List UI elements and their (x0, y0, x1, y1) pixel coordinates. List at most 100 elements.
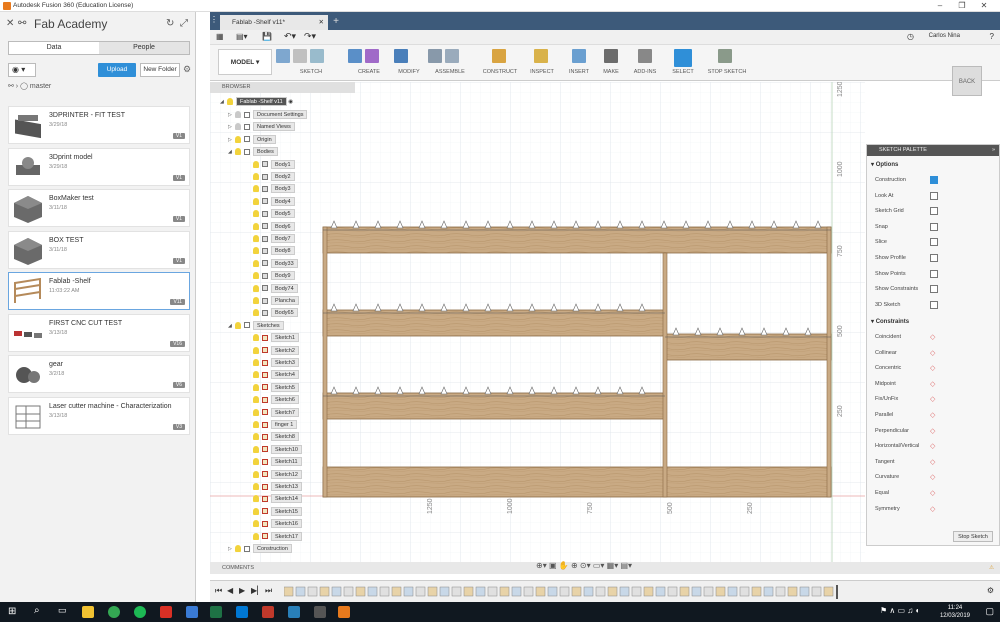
constraint-tool[interactable]: Concentric ◇ (875, 365, 995, 372)
breadcrumb-master[interactable]: master (30, 83, 51, 90)
inspect-group[interactable]: INSPECT (526, 47, 558, 79)
timeline-feature[interactable] (367, 586, 378, 597)
settings-gear-icon[interactable]: ⚙ (183, 64, 191, 75)
browser-sketch[interactable]: Sketch12 (246, 469, 302, 481)
timeline-feature[interactable] (295, 586, 306, 597)
browser-construction-folder[interactable]: ▷ Construction (228, 544, 292, 555)
browser-body[interactable]: Plancha (246, 296, 299, 307)
file-item[interactable]: BoxMaker test 3/11/18 V1 (8, 189, 190, 227)
undo-icon[interactable]: ↶▾ (284, 31, 296, 42)
timeline-feature[interactable] (415, 586, 426, 597)
expand-toggle-icon[interactable]: ▷ (228, 135, 235, 146)
acrobat-icon[interactable] (160, 606, 172, 618)
visibility-bulb-icon[interactable] (253, 297, 259, 305)
timeline-feature[interactable] (475, 586, 486, 597)
visibility-bulb-icon[interactable] (253, 334, 259, 342)
spotify-icon[interactable] (134, 606, 146, 618)
expand-icon[interactable]: ⤢ (180, 19, 188, 29)
tray-icons[interactable]: ⚑ ∧ ▭ ♫ ◐ (880, 606, 920, 615)
maximize-button[interactable]: ❐ (952, 1, 972, 11)
browser-body[interactable]: Body1 (246, 159, 295, 171)
select-group[interactable]: SELECT (668, 47, 698, 79)
browser-sketch[interactable]: Sketch3 (246, 358, 299, 369)
browser-sketch[interactable]: Sketch2 (246, 345, 299, 357)
excel-icon[interactable] (210, 606, 222, 618)
visibility-bulb-icon[interactable] (253, 346, 259, 354)
timeline-feature[interactable] (595, 586, 606, 597)
browser-folder[interactable]: ▷ Named Views (228, 122, 295, 133)
make-group[interactable]: MAKE (598, 47, 624, 79)
new-folder-button[interactable]: New Folder (140, 63, 180, 77)
view-toggle-button[interactable]: ◉ ▾ (8, 63, 36, 77)
timeline-feature[interactable] (463, 586, 474, 597)
option-checkbox[interactable] (930, 222, 938, 231)
timeline-feature[interactable] (763, 586, 774, 597)
expand-toggle-icon[interactable]: ◢ (228, 321, 235, 332)
palette-option[interactable]: Sketch Grid (875, 207, 995, 216)
palette-header[interactable]: SKETCH PALETTE » (867, 145, 999, 156)
timeline-feature[interactable] (631, 586, 642, 597)
browser-body[interactable]: Body33 (246, 258, 298, 270)
close-panel-icon[interactable]: ✕ (6, 19, 14, 29)
timeline-feature[interactable] (343, 586, 354, 597)
visibility-bulb-icon[interactable] (253, 222, 259, 230)
browser-sketch[interactable]: Sketch8 (246, 432, 299, 443)
display-settings-icon[interactable]: ▭▾ (593, 561, 605, 570)
new-tab-icon[interactable]: + (330, 16, 342, 28)
timeline-feature[interactable] (823, 586, 834, 597)
windows-start-icon[interactable]: ⊞ (8, 606, 16, 617)
fit-icon[interactable]: ⊙▾ (580, 561, 591, 570)
addins-group[interactable]: ADD-INS (628, 47, 662, 79)
constraint-tool[interactable]: Perpendicular ◇ (875, 428, 995, 435)
palette-option[interactable]: Look At (875, 191, 995, 200)
option-checkbox[interactable] (930, 300, 938, 309)
browser-sketch[interactable]: Sketch17 (246, 531, 302, 543)
browser-body[interactable]: Body5 (246, 209, 295, 220)
timeline-feature[interactable] (619, 586, 630, 597)
user-name[interactable]: Carlos Nina (929, 33, 960, 39)
modify-group[interactable]: MODIFY (394, 47, 424, 79)
orbit-icon[interactable]: ⊕▾ (536, 561, 547, 570)
timeline-settings-icon[interactable]: ⚙ (987, 586, 994, 595)
look-at-icon[interactable]: ▣ (549, 561, 557, 570)
outlook-icon[interactable] (236, 606, 248, 618)
timeline-feature[interactable] (739, 586, 750, 597)
system-clock[interactable]: 11:24 12/03/2019 (940, 604, 970, 620)
visibility-bulb-icon[interactable] (253, 272, 259, 280)
constraint-tool[interactable]: Curvature ◇ (875, 474, 995, 481)
palette-option[interactable]: Show Constraints (875, 285, 995, 294)
timeline-feature[interactable] (727, 586, 738, 597)
visibility-bulb-icon[interactable] (227, 98, 233, 106)
stop-sketch-group[interactable]: STOP SKETCH (704, 47, 750, 79)
upload-button[interactable]: Upload (98, 63, 136, 77)
tab-people[interactable]: People (99, 42, 189, 54)
constraint-tool[interactable]: Midpoint ◇ (875, 381, 995, 388)
visibility-bulb-icon[interactable] (253, 421, 259, 429)
timeline-feature[interactable] (523, 586, 534, 597)
constraint-tool[interactable]: Symmetry ◇ (875, 506, 995, 513)
timeline-feature[interactable] (715, 586, 726, 597)
visibility-bulb-icon[interactable] (235, 321, 241, 329)
browser-body[interactable]: Body8 (246, 246, 295, 257)
browser-sketch[interactable]: Sketch11 (246, 457, 302, 468)
expand-toggle-icon[interactable]: ▷ (228, 544, 235, 555)
file-menu-icon[interactable]: ▤▾ (236, 32, 248, 41)
timeline-feature[interactable] (331, 586, 342, 597)
task-view-icon[interactable]: ▭ (58, 605, 67, 616)
file-explorer-icon[interactable] (82, 606, 94, 618)
timeline-feature[interactable] (487, 586, 498, 597)
timeline-feature[interactable] (799, 586, 810, 597)
option-checkbox[interactable] (930, 191, 938, 200)
timeline-feature[interactable] (571, 586, 582, 597)
go-to-end-icon[interactable]: ⏭ (265, 586, 272, 596)
visibility-bulb-icon[interactable] (253, 408, 259, 416)
visibility-bulb-icon[interactable] (253, 284, 259, 292)
option-checkbox[interactable] (930, 285, 938, 294)
file-item[interactable]: 3Dprint model 3/29/18 V1 (8, 147, 190, 186)
timeline-feature[interactable] (643, 586, 654, 597)
constraint-tool[interactable]: Coincident ◇ (875, 334, 995, 341)
browser-folder[interactable]: ▷ Document Settings (228, 110, 308, 121)
browser-body[interactable]: Body9 (246, 271, 295, 282)
workspace-dropdown[interactable]: MODEL ▾ (218, 49, 272, 75)
constraint-tool[interactable]: Parallel ◇ (875, 412, 995, 419)
